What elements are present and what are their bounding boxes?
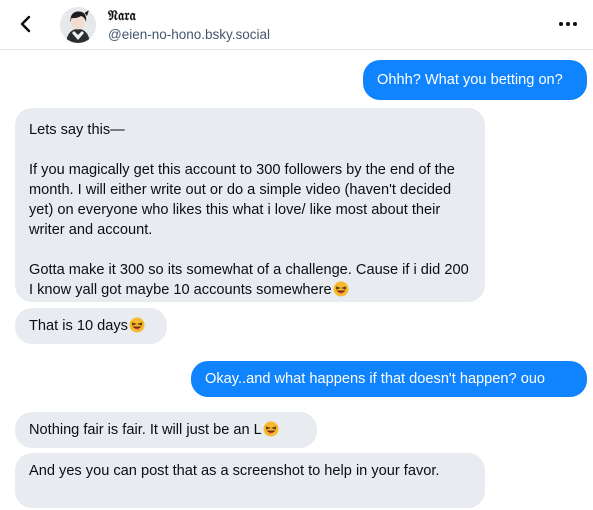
message-text: And yes you can post that as a screensho… <box>29 463 440 479</box>
display-name[interactable]: 𝔑𝔞𝔯𝔞 <box>108 8 136 24</box>
message-bubble-sent[interactable]: Okay..and what happens if that doesn't h… <box>191 361 587 397</box>
more-options-button[interactable] <box>557 14 579 34</box>
laughing-emoji-icon <box>263 421 279 437</box>
message-bubble-sent[interactable]: Ohhh? What you betting on? <box>363 60 587 100</box>
message-bubble-received[interactable]: Lets say this— If you magically get this… <box>15 108 485 302</box>
laughing-emoji-icon <box>333 281 349 297</box>
message-bubble-received[interactable]: Nothing fair is fair. It will just be an… <box>15 412 317 448</box>
back-button[interactable] <box>14 12 38 36</box>
message-text: That is 10 days <box>29 318 128 334</box>
message-text: Ohhh? What you betting on? <box>377 72 563 88</box>
message-text: Okay..and what happens if that doesn't h… <box>205 371 546 387</box>
conversation-header: 𝔑𝔞𝔯𝔞 @eien-no-hono.bsky.social <box>0 0 593 50</box>
message-bubble-received[interactable]: And yes you can post that as a screensho… <box>15 453 485 508</box>
laughing-emoji-icon <box>129 317 145 333</box>
avatar-image <box>60 7 96 43</box>
chevron-left-icon <box>20 15 31 33</box>
message-text: Lets say this— If you magically get this… <box>29 122 469 298</box>
user-handle: @eien-no-hono.bsky.social <box>108 27 271 42</box>
message-text: Nothing fair is fair. It will just be an… <box>29 422 262 438</box>
avatar[interactable] <box>60 7 96 43</box>
ellipsis-icon <box>559 22 577 26</box>
message-bubble-received[interactable]: That is 10 days <box>15 308 167 344</box>
message-list[interactable]: Ohhh? What you betting on? Lets say this… <box>0 51 593 510</box>
